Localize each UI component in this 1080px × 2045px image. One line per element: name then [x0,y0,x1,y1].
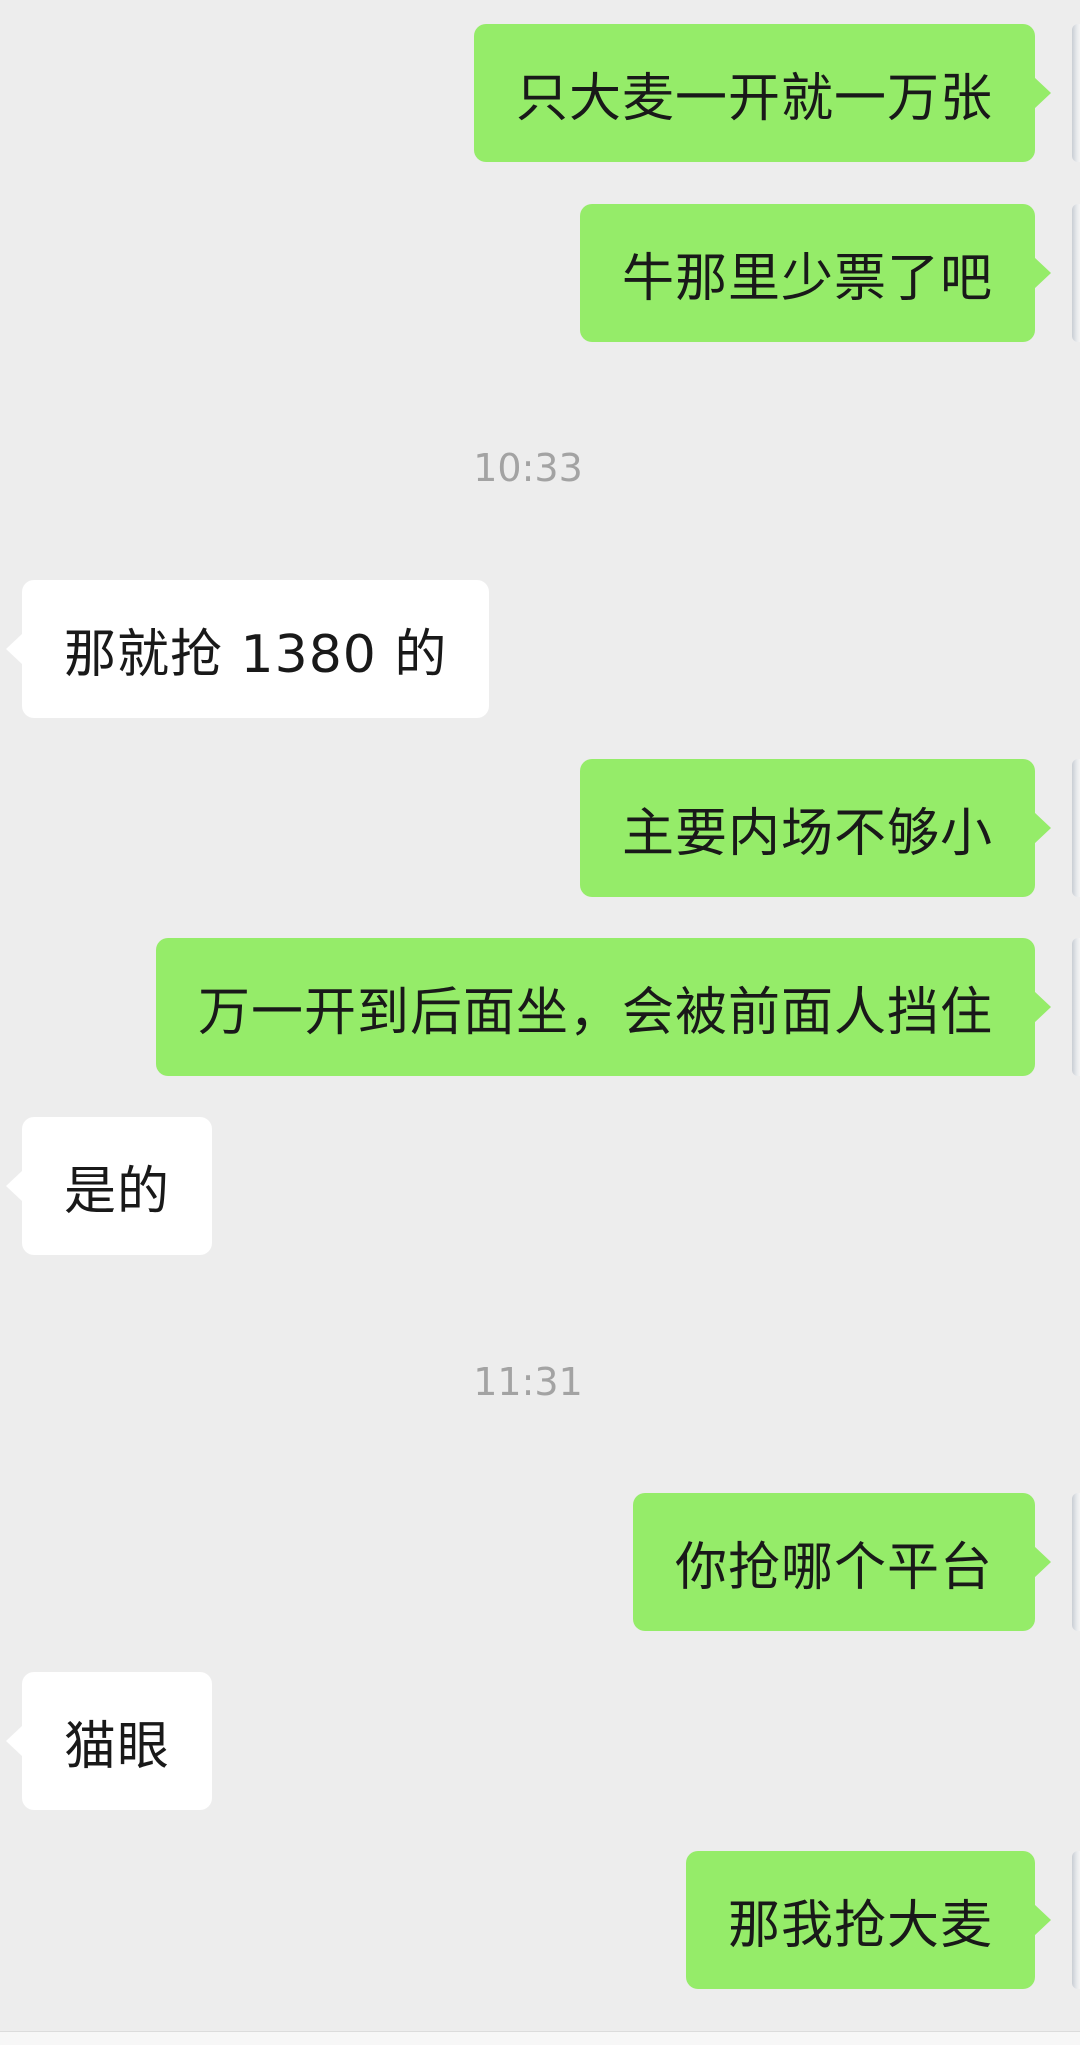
message-text: 那我抢大麦 [727,1895,993,1956]
avatar-self[interactable] [1072,204,1080,342]
avatar-self[interactable] [1072,1851,1080,1989]
message-text: 只大麦一开就一万张 [515,68,993,129]
message-bubble-outgoing[interactable]: 你抢哪个平台 [632,1493,1052,1631]
message-bubble-incoming[interactable]: 那就抢 1380 的 [5,580,490,718]
message-text: 万一开到后面坐，会被前面人挡住 [197,982,993,1043]
message-bubble-incoming[interactable]: 是的 [5,1117,213,1255]
message-bubble-outgoing[interactable]: 牛那里少票了吧 [579,204,1052,342]
message-bubble-outgoing[interactable]: 那我抢大麦 [685,1851,1052,1989]
message-bubble-outgoing[interactable]: 万一开到后面坐，会被前面人挡住 [155,938,1052,1076]
message-text: 牛那里少票了吧 [621,248,993,309]
message-text: 是的 [64,1161,171,1222]
message-timestamp: 10:33 [473,446,583,490]
avatar-self[interactable] [1072,1493,1080,1631]
avatar-self[interactable] [1072,938,1080,1076]
message-bubble-outgoing[interactable]: 主要内场不够小 [579,759,1052,897]
message-text: 那就抢 1380 的 [64,624,448,685]
message-text: 主要内场不够小 [621,803,993,864]
avatar-self[interactable] [1072,759,1080,897]
chat-message-list[interactable]: 只大麦一开就一万张 牛那里少票了吧 10:33 那就抢 1380 的 主要内场不… [0,0,1080,2032]
message-bubble-incoming[interactable]: 猫眼 [5,1672,213,1810]
message-bubble-outgoing[interactable]: 只大麦一开就一万张 [473,24,1052,162]
input-bar-divider [0,2031,1080,2045]
avatar-self[interactable] [1072,24,1080,162]
message-text: 猫眼 [64,1716,171,1777]
message-timestamp: 11:31 [473,1360,583,1404]
message-text: 你抢哪个平台 [674,1537,993,1598]
